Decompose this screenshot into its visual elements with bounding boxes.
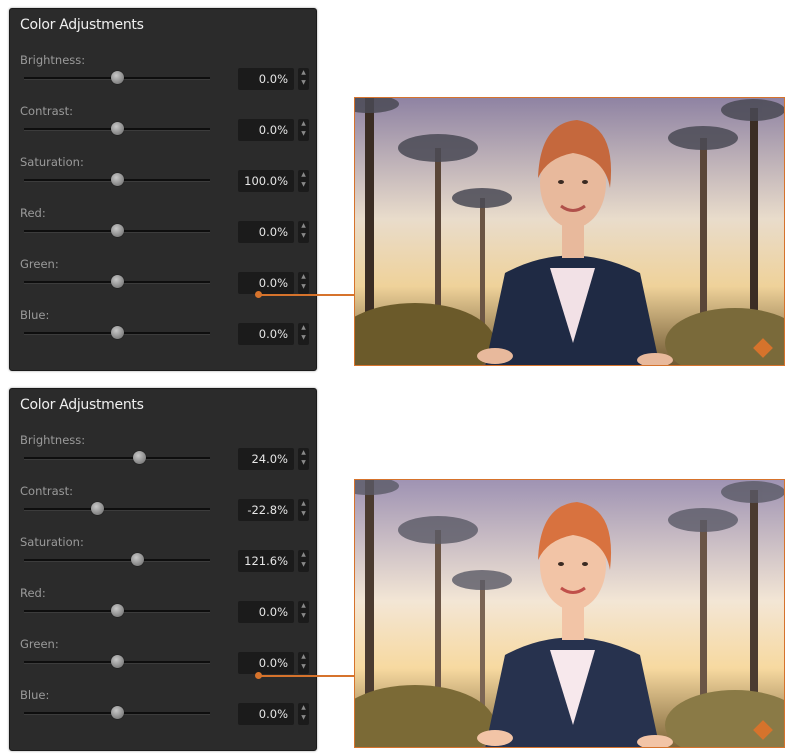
callout-dot (255, 291, 262, 298)
callout-dot (255, 672, 262, 679)
slider-knob[interactable] (111, 706, 124, 719)
slider-label: Saturation: (20, 155, 84, 169)
slider-knob[interactable] (111, 71, 124, 84)
value-field[interactable]: -22.8% (238, 499, 294, 521)
value-field[interactable]: 0.0% (238, 703, 294, 725)
value-field[interactable]: 121.6% (238, 550, 294, 572)
slider-label: Saturation: (20, 535, 84, 549)
slider-label: Blue: (20, 688, 50, 702)
slider-row-red: Red: 0.0% ▲ ▼ (10, 586, 316, 636)
slider-label: Contrast: (20, 104, 74, 118)
slider-knob[interactable] (111, 224, 124, 237)
slider-knob[interactable] (90, 502, 104, 515)
stepper-icon[interactable]: ▲ ▼ (298, 601, 309, 623)
value-field[interactable]: 0.0% (238, 119, 294, 141)
stepper-icon[interactable]: ▲ ▼ (298, 221, 309, 243)
slider-knob[interactable] (111, 275, 124, 288)
value-field[interactable]: 24.0% (238, 448, 294, 470)
stepper-icon[interactable]: ▲ ▼ (298, 68, 309, 90)
slider-row-contrast: Contrast: -22.8% ▲ ▼ (10, 484, 316, 534)
slider-knob[interactable] (111, 655, 124, 668)
callout-line (258, 675, 355, 677)
slider-label: Red: (20, 206, 46, 220)
stepper-icon[interactable]: ▲ ▼ (298, 119, 309, 141)
slider-label: Blue: (20, 308, 50, 322)
slider-row-green: Green: 0.0% ▲ ▼ (10, 257, 316, 307)
value-field[interactable]: 0.0% (238, 323, 294, 345)
stepper-icon[interactable]: ▲ ▼ (298, 323, 309, 345)
stepper-icon[interactable]: ▲ ▼ (298, 448, 309, 470)
value-field[interactable]: 0.0% (238, 272, 294, 294)
slider-row-red: Red: 0.0% ▲ ▼ (10, 206, 316, 256)
slider-row-blue: Blue: 0.0% ▲ ▼ (10, 308, 316, 358)
slider-track[interactable] (24, 457, 210, 460)
callout-line (258, 294, 355, 296)
value-field[interactable]: 0.0% (238, 652, 294, 674)
slider-label: Brightness: (20, 53, 86, 67)
value-field[interactable]: 0.0% (238, 68, 294, 90)
slider-knob[interactable] (133, 451, 147, 464)
color-adjustments-panel: Color Adjustments Brightness: 0.0% ▲ ▼ Co… (9, 8, 317, 371)
slider-knob[interactable] (111, 122, 124, 135)
slider-row-saturation: Saturation: 100.0% ▲ ▼ (10, 155, 316, 205)
slider-row-saturation: Saturation: 121.6% ▲ ▼ (10, 535, 316, 585)
slider-label: Brightness: (20, 433, 86, 447)
value-field[interactable]: 0.0% (238, 221, 294, 243)
presenter-illustration (355, 480, 784, 747)
stepper-icon[interactable]: ▲ ▼ (298, 550, 309, 572)
slider-row-green: Green: 0.0% ▲ ▼ (10, 637, 316, 687)
panel-title: Color Adjustments (20, 17, 144, 33)
stepper-icon[interactable]: ▲ ▼ (298, 272, 309, 294)
stepper-icon[interactable]: ▲ ▼ (298, 652, 309, 674)
value-field[interactable]: 0.0% (238, 601, 294, 623)
slider-label: Contrast: (20, 484, 74, 498)
presenter-illustration (355, 98, 784, 365)
slider-label: Green: (20, 257, 59, 271)
slider-row-brightness: Brightness: 24.0% ▲ ▼ (10, 433, 316, 483)
slider-knob[interactable] (131, 553, 145, 566)
color-adjustments-panel: Color Adjustments Brightness: 24.0% ▲ ▼ C… (9, 388, 317, 751)
slider-track[interactable] (24, 508, 210, 511)
stepper-icon[interactable]: ▲ ▼ (298, 170, 309, 192)
slider-row-contrast: Contrast: 0.0% ▲ ▼ (10, 104, 316, 154)
slider-label: Red: (20, 586, 46, 600)
presenter-preview-image (354, 97, 785, 366)
value-field[interactable]: 100.0% (238, 170, 294, 192)
stepper-icon[interactable]: ▲ ▼ (298, 703, 309, 725)
slider-row-brightness: Brightness: 0.0% ▲ ▼ (10, 53, 316, 103)
presenter-preview-image-adjusted (354, 479, 785, 748)
slider-knob[interactable] (111, 326, 124, 339)
slider-track[interactable] (24, 559, 210, 562)
slider-row-blue: Blue: 0.0% ▲ ▼ (10, 688, 316, 738)
slider-knob[interactable] (111, 173, 124, 186)
slider-knob[interactable] (111, 604, 124, 617)
slider-label: Green: (20, 637, 59, 651)
stepper-icon[interactable]: ▲ ▼ (298, 499, 309, 521)
panel-title: Color Adjustments (20, 397, 144, 413)
